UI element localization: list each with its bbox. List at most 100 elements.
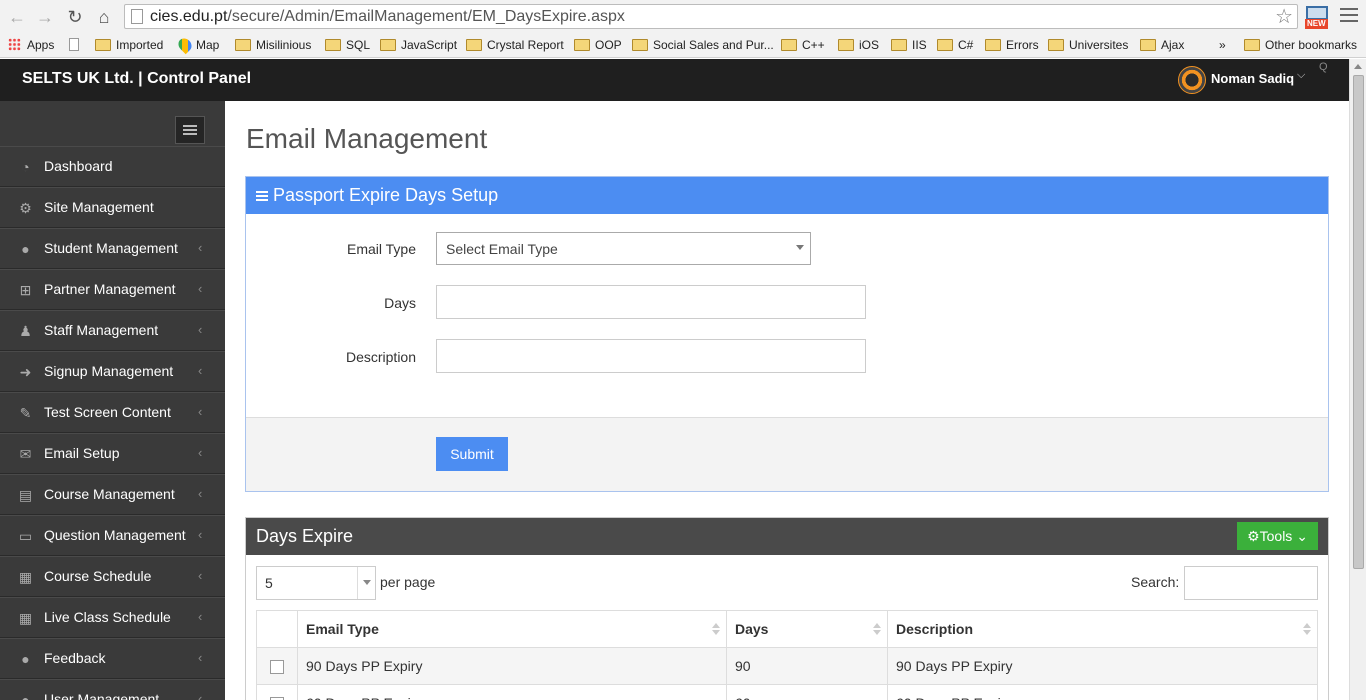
reload-icon[interactable]: ↻: [64, 6, 86, 28]
sidebar-item-staff-management[interactable]: ♟ Staff Management ‹: [0, 310, 225, 351]
bookmark-imported[interactable]: [69, 37, 84, 53]
folder-icon: [1244, 39, 1260, 51]
tools-button[interactable]: ⚙Tools ⌄: [1237, 522, 1318, 550]
search-input[interactable]: [1184, 566, 1318, 600]
page-scrollbar[interactable]: [1349, 59, 1366, 700]
folder-icon: [466, 39, 482, 51]
other-bookmarks[interactable]: Other bookmarks: [1244, 37, 1357, 53]
per-page-value: 5: [265, 575, 273, 591]
sidebar-item-signup-management[interactable]: ➜ Signup Management ‹: [0, 351, 225, 392]
bookmark-folder-ios[interactable]: iOS: [838, 37, 879, 53]
folder-icon: [1048, 39, 1064, 51]
folder-icon: [838, 39, 854, 51]
sidebar-item-site-management[interactable]: ⚙ Site Management: [0, 187, 225, 228]
tools-label: Tools: [1259, 528, 1293, 544]
days-input[interactable]: [436, 285, 866, 319]
page-title: Email Management: [246, 123, 488, 154]
sidebar-item-question-management[interactable]: ▭ Question Management ‹: [0, 515, 225, 556]
forward-arrow-icon[interactable]: →: [34, 6, 56, 28]
bookmarks-bar: Apps Imported Map Misilinious SQL JavaSc…: [0, 33, 1366, 58]
user-name[interactable]: Noman Sadiq: [1211, 71, 1294, 86]
bookmark-folder-sql[interactable]: SQL: [325, 37, 370, 53]
description-input[interactable]: [436, 339, 866, 373]
column-header-description[interactable]: Description: [887, 610, 1318, 648]
bookmark-folder-social-sales[interactable]: Social Sales and Pur...: [632, 37, 774, 53]
bookmark-folder-imported[interactable]: Imported: [95, 37, 163, 53]
sidebar-item-test-screen-content[interactable]: ✎ Test Screen Content ‹: [0, 392, 225, 433]
sidebar-item-course-schedule[interactable]: ▦ Course Schedule ‹: [0, 556, 225, 597]
user-icon: ●: [21, 241, 30, 257]
book-icon: ▤: [18, 487, 33, 503]
table-row[interactable]: 90 Days PP Expiry 90 90 Days PP Expiry: [256, 647, 1318, 685]
scroll-up-arrow-icon[interactable]: [1354, 64, 1362, 69]
calendar-icon: ▦: [18, 610, 33, 626]
grid-panel-header: Days Expire ⚙Tools ⌄: [246, 518, 1328, 555]
description-label: Description: [345, 349, 416, 365]
folder-icon: [235, 39, 251, 51]
table-header-row: Email Type Days Description: [256, 610, 1318, 648]
row-checkbox[interactable]: [270, 660, 284, 675]
user-avatar[interactable]: [1178, 66, 1206, 94]
apps-grid-icon: [8, 38, 21, 51]
chevron-left-icon: ‹: [198, 404, 203, 419]
url-text[interactable]: cies.edu.pt/secure/Admin/EmailManagement…: [150, 8, 625, 26]
cogs-icon: ⚙: [19, 200, 32, 216]
bookmark-folder-cpp[interactable]: C++: [781, 37, 825, 53]
extension-icon[interactable]: NEW: [1305, 5, 1331, 29]
sidebar-item-student-management[interactable]: ● Student Management ‹: [0, 228, 225, 269]
sidebar-item-dashboard[interactable]: ◔ Dashboard: [0, 146, 225, 187]
sidebar-item-label: Dashboard: [44, 158, 113, 174]
sidebar-item-email-setup[interactable]: ✉ Email Setup ‹: [0, 433, 225, 474]
bookmark-folder-ajax[interactable]: Ajax: [1140, 37, 1184, 53]
bookmark-folder-errors[interactable]: Errors: [985, 37, 1039, 53]
bookmark-apps[interactable]: Apps: [8, 37, 54, 53]
sidebar-item-live-class-schedule[interactable]: ▦ Live Class Schedule ‹: [0, 597, 225, 638]
bookmark-folder-crystal-report[interactable]: Crystal Report: [466, 37, 564, 53]
browser-menu-icon[interactable]: [1340, 8, 1358, 22]
sidebar-item-label: Feedback: [44, 650, 106, 666]
brand-title[interactable]: SELTS UK Ltd. | Control Panel: [22, 70, 251, 88]
sidebar: ◔ Dashboard ⚙ Site Management ● Student Manag…: [0, 101, 225, 700]
chevron-left-icon: ‹: [198, 486, 203, 501]
sidebar-item-course-management[interactable]: ▤ Course Management ‹: [0, 474, 225, 515]
bookmark-map[interactable]: Map: [175, 35, 219, 55]
chevron-left-icon: ‹: [198, 363, 203, 378]
email-type-select[interactable]: Select Email Type: [436, 232, 811, 265]
submit-button[interactable]: Submit: [436, 437, 508, 471]
bookmark-folder-javascript[interactable]: JavaScript: [380, 37, 457, 53]
user-icon: ●: [21, 692, 30, 700]
bookmark-folder-iis[interactable]: IIS: [891, 37, 927, 53]
chevron-down-icon[interactable]: ⌵: [1297, 69, 1305, 82]
address-bar[interactable]: cies.edu.pt/secure/Admin/EmailManagement…: [124, 4, 1298, 29]
chevron-left-icon: ‹: [198, 691, 203, 700]
sidebar-item-label: Site Management: [44, 199, 154, 215]
app-header: SELTS UK Ltd. | Control Panel Noman Sadi…: [0, 59, 1349, 101]
sidebar-item-user-management[interactable]: ● User Management ‹: [0, 679, 225, 700]
bookmark-folder-oop[interactable]: OOP: [574, 37, 622, 53]
bookmarks-overflow-chevron[interactable]: »: [1219, 37, 1226, 53]
column-header-days[interactable]: Days: [726, 610, 888, 648]
form-panel-footer: Submit: [246, 417, 1328, 491]
sidebar-item-partner-management[interactable]: ⊞ Partner Management ‹: [0, 269, 225, 310]
back-arrow-icon[interactable]: ←: [6, 6, 28, 28]
sidebar-item-feedback[interactable]: ● Feedback ‹: [0, 638, 225, 679]
sidebar-item-label: Email Setup: [44, 445, 120, 461]
chevron-down-icon: ⌄: [1296, 528, 1308, 544]
bookmark-star-icon[interactable]: ☆: [1275, 5, 1293, 29]
main-content: Email Management Passport Expire Days Se…: [225, 101, 1349, 700]
edit-icon: ✎: [19, 405, 32, 421]
table-row[interactable]: 60 Days PP Expiry6060 Days PP Expiry: [256, 684, 1318, 700]
per-page-select[interactable]: 5: [256, 566, 376, 600]
folder-icon: [95, 39, 111, 51]
bookmark-folder-csharp[interactable]: C#: [937, 37, 973, 53]
users-icon: ♟: [19, 323, 32, 339]
sidebar-toggle-button[interactable]: [175, 116, 205, 144]
home-icon[interactable]: ⌂: [93, 6, 115, 28]
bookmark-folder-universites[interactable]: Universites: [1048, 37, 1128, 53]
caret-down-icon: [796, 245, 804, 250]
bookmark-folder-misilinious[interactable]: Misilinious: [235, 37, 311, 53]
scroll-thumb[interactable]: [1353, 75, 1364, 569]
column-header-email-type[interactable]: Email Type: [297, 610, 727, 648]
page-icon: [69, 38, 79, 51]
header-q-text: Q: [1319, 61, 1328, 73]
